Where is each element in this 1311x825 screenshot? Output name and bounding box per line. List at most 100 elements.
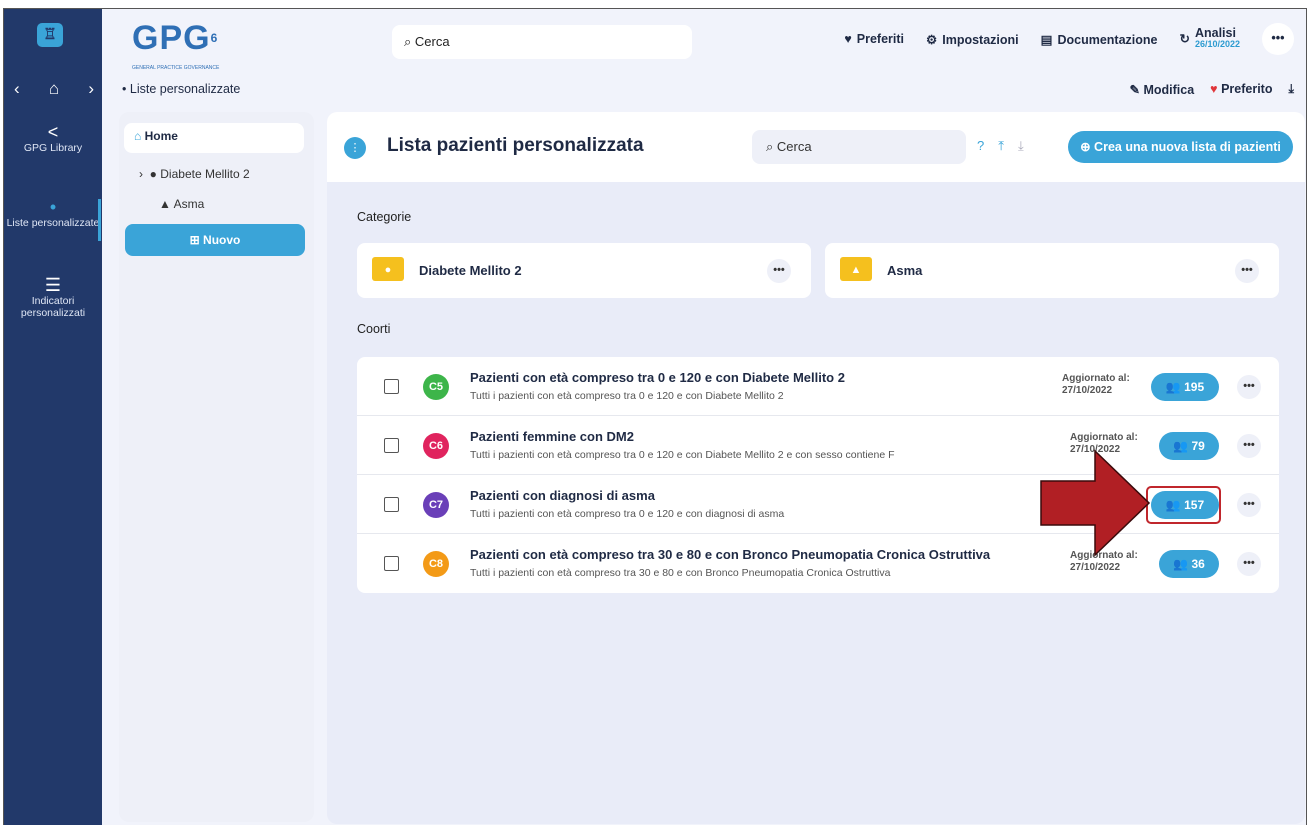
rail-item-custom-lists[interactable]: • Liste personalizzate	[4, 198, 102, 229]
back-icon[interactable]: ‹	[14, 79, 20, 99]
dots-icon: •	[122, 82, 127, 96]
folder-icon: ●	[372, 257, 404, 281]
app-window: ♖ ‹ ⌂ › < GPG Library • Liste personaliz…	[3, 8, 1307, 825]
heart-icon: ♥	[1210, 82, 1218, 96]
refresh-icon: ↻	[1179, 31, 1190, 46]
search-placeholder: Cerca	[776, 139, 812, 154]
favorite-label: Preferito	[1221, 82, 1273, 96]
patient-count: 157	[1184, 498, 1205, 512]
cohort-title: Pazienti con età compreso tra 30 e 80 e …	[470, 547, 991, 562]
breadcrumb: • Liste personalizzate	[122, 82, 240, 96]
updated-date: 27/10/2022	[1062, 385, 1113, 396]
category-card-diabete[interactable]: ● Diabete Mellito 2 •••	[357, 243, 811, 298]
settings-link[interactable]: ⚙ Impostazioni	[926, 32, 1019, 47]
list-tree-icon: ⋮	[344, 137, 366, 159]
cohort-description: Tutti i pazienti con età compreso tra 0 …	[470, 390, 784, 402]
rail-item-indicators[interactable]: ☰ Indicatori personalizzati	[4, 276, 102, 319]
edit-label: Modifica	[1143, 83, 1195, 97]
rail-item-label: Liste personalizzate	[6, 217, 100, 229]
patient-count: 36	[1191, 557, 1205, 571]
category-card-asma[interactable]: ▲ Asma •••	[825, 243, 1279, 298]
patient-count-button[interactable]: 👥 79	[1159, 432, 1219, 460]
rail-item-library[interactable]: < GPG Library	[4, 123, 102, 154]
favorites-link[interactable]: ♥ Preferiti	[844, 32, 904, 46]
documentation-label: Documentazione	[1057, 32, 1158, 47]
patient-count-button[interactable]: 👥 36	[1159, 550, 1219, 578]
categories-heading: Categorie	[357, 210, 412, 224]
active-indicator	[98, 199, 101, 241]
home-icon: ⌂	[134, 129, 142, 143]
patient-count: 79	[1191, 439, 1205, 453]
chevron-right-icon[interactable]: ›	[139, 167, 143, 181]
new-button-label: Nuovo	[203, 233, 241, 247]
cohort-row[interactable]: C5 Pazienti con età compreso tra 0 e 120…	[357, 357, 1279, 416]
lungs-icon: ▲	[159, 197, 171, 211]
category-name: Diabete Mellito 2	[419, 263, 522, 278]
more-options-button[interactable]: •••	[1237, 552, 1261, 576]
main-panel: ⋮ Lista pazienti personalizzata ⌕ Cerca …	[327, 112, 1305, 824]
more-options-button[interactable]: •••	[1237, 493, 1261, 517]
more-options-button[interactable]: •••	[1237, 434, 1261, 458]
updated-info: Aggiornato al: 27/10/2022	[1062, 373, 1130, 397]
tree-item-label: Home	[144, 129, 178, 143]
analysis-date: 26/10/2022	[1194, 39, 1240, 49]
more-options-button[interactable]: •••	[767, 259, 791, 283]
cohort-badge: C8	[423, 551, 449, 577]
download-icon[interactable]: ⤓	[1018, 138, 1024, 154]
updated-date: 27/10/2022	[1070, 562, 1121, 573]
breadcrumb-label: Liste personalizzate	[129, 82, 241, 96]
help-icon[interactable]: ?	[977, 138, 984, 154]
row-checkbox[interactable]	[384, 497, 399, 512]
folder-icon: ▲	[840, 257, 872, 281]
patient-count-button[interactable]: 👥 157	[1151, 491, 1219, 519]
updated-label: Aggiornato al:	[1062, 373, 1130, 384]
row-checkbox[interactable]	[384, 556, 399, 571]
cohort-description: Tutti i pazienti con età compreso tra 0 …	[470, 449, 895, 461]
add-folder-icon: ⊞	[189, 233, 200, 247]
sub-actions: ✎ Modifica ♥ Preferito ⤓	[1129, 82, 1294, 97]
main-header: ⋮ Lista pazienti personalizzata ⌕ Cerca …	[327, 112, 1305, 182]
cohort-title: Pazienti con età compreso tra 0 e 120 e …	[470, 370, 845, 385]
upload-icon[interactable]: ⤒	[998, 138, 1004, 154]
patient-count-button[interactable]: 👥 195	[1151, 373, 1219, 401]
edit-button[interactable]: ✎ Modifica	[1129, 82, 1194, 97]
create-list-label: Crea una nuova lista di pazienti	[1094, 140, 1281, 154]
forward-icon[interactable]: ›	[88, 79, 94, 99]
row-checkbox[interactable]	[384, 379, 399, 394]
tree-item-home[interactable]: ⌂ Home	[124, 123, 304, 153]
download-icon[interactable]: ⤓	[1288, 82, 1294, 97]
create-list-button[interactable]: ⊕ Crea una nuova lista di pazienti	[1068, 131, 1293, 163]
users-icon: 👥	[1173, 439, 1189, 453]
header-tools: ? ⤒ ⤓	[977, 138, 1024, 154]
rail-item-label: GPG Library	[23, 142, 83, 154]
patient-count: 195	[1184, 380, 1205, 394]
pencil-icon: ✎	[1129, 83, 1140, 97]
new-button[interactable]: ⊞ Nuovo	[125, 224, 305, 256]
more-menu-button[interactable]: •••	[1262, 23, 1294, 55]
cohort-badge: C7	[423, 492, 449, 518]
tree-item-diabete[interactable]: › ● Diabete Mellito 2	[139, 167, 250, 181]
more-options-button[interactable]: •••	[1237, 375, 1261, 399]
more-options-button[interactable]: •••	[1235, 259, 1259, 283]
brand-logo[interactable]: GPG6 GENERAL PRACTICE GOVERNANCE	[132, 21, 219, 71]
plus-circle-icon: ⊕	[1080, 140, 1091, 154]
brand-name: GPG	[132, 19, 211, 57]
analysis-link[interactable]: ↻ Analisi 26/10/2022	[1179, 27, 1240, 50]
tree-item-label: Diabete Mellito 2	[160, 167, 250, 181]
tree-item-asma[interactable]: ▲ Asma	[159, 197, 204, 211]
documentation-link[interactable]: ▤ Documentazione	[1041, 32, 1158, 47]
pointer-arrow-icon	[1040, 449, 1151, 557]
top-links: ♥ Preferiti ⚙ Impostazioni ▤ Documentazione…	[844, 23, 1294, 55]
cohort-description: Tutti i pazienti con età compreso tra 30…	[470, 567, 891, 579]
app-logo-icon[interactable]: ♖	[37, 23, 63, 47]
home-icon[interactable]: ⌂	[49, 79, 59, 99]
heart-icon: ♥	[844, 32, 852, 46]
drop-icon: ●	[149, 167, 157, 181]
list-search-input[interactable]: ⌕ Cerca	[752, 130, 966, 164]
row-checkbox[interactable]	[384, 438, 399, 453]
favorite-button[interactable]: ♥ Preferito	[1210, 82, 1272, 97]
users-icon: 👥	[1165, 380, 1181, 394]
global-search-input[interactable]: ⌕ Cerca	[392, 25, 692, 59]
tree-item-label: Asma	[173, 197, 205, 211]
users-icon: 👥	[1173, 557, 1189, 571]
